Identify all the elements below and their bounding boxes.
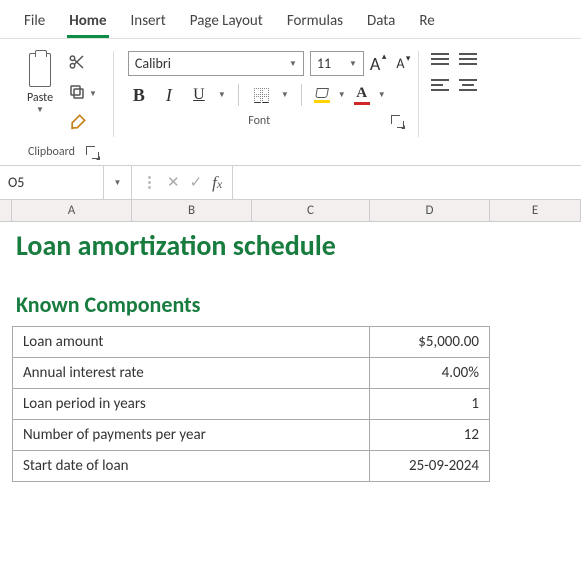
paste-button[interactable]: Paste ▼ [16,49,64,115]
col-header-E[interactable]: E [490,200,581,221]
table-row[interactable]: Start date of loan25-09-2024 [13,451,490,482]
chevron-down-icon: ▼ [114,178,122,188]
tab-data[interactable]: Data [355,6,407,38]
borders-button[interactable] [251,84,273,106]
col-header-A[interactable]: A [12,200,132,221]
align-middle-button[interactable] [459,53,477,65]
column-headers: ABCDE [0,200,581,222]
enter-formula-button[interactable]: ✓ [190,173,203,192]
font-color-icon: A [356,85,367,102]
bold-button[interactable]: B [128,84,150,106]
underline-button[interactable]: U [188,84,210,106]
tab-page-layout[interactable]: Page Layout [178,6,275,38]
copy-icon [68,83,86,105]
chevron-down-icon[interactable]: ▼ [218,90,226,100]
separator [301,84,302,106]
font-size-value: 11 [317,55,331,72]
group-separator [418,51,419,137]
tab-formulas[interactable]: Formulas [275,6,355,38]
ribbon: Paste ▼ ▼ Clipboard [0,39,581,166]
sheet-title: Loan amortization schedule [16,228,336,263]
group-label-clipboard: Clipboard [18,145,85,159]
cut-button[interactable] [68,53,97,75]
fill-color-swatch [314,100,330,103]
group-alignment [421,47,487,165]
tab-insert[interactable]: Insert [119,6,178,38]
copy-button[interactable]: ▼ [68,83,97,105]
formula-bar: O5 ▼ ⋮ ✕ ✓ fx [0,166,581,200]
data-table: Loan amount$5,000.00Annual interest rate… [12,326,490,482]
select-all-corner[interactable] [0,200,12,221]
font-color-swatch [354,102,370,105]
align-left-button[interactable] [431,79,449,91]
table-row[interactable]: Loan amount$5,000.00 [13,327,490,358]
fx-button[interactable]: fx [212,173,222,193]
cell-label[interactable]: Start date of loan [13,451,370,482]
name-box-dropdown[interactable]: ▼ [104,166,132,199]
group-font: Calibri ▼ 11 ▼ A▴ A▾ B I U ▼ ▼ [116,47,417,165]
chevron-down-icon: ▼ [289,59,297,69]
group-clipboard: Paste ▼ ▼ Clipboard [6,47,111,165]
formula-input[interactable] [232,166,581,199]
chevron-down-icon[interactable]: ▼ [338,90,346,100]
more-button[interactable]: ⋮ [142,173,157,192]
col-header-B[interactable]: B [132,200,252,221]
tab-review[interactable]: Re [407,6,446,38]
font-color-button[interactable]: A [354,85,370,105]
align-center-button[interactable] [459,79,477,91]
cell-value[interactable]: $5,000.00 [370,327,490,358]
tab-home[interactable]: Home [57,6,118,38]
tab-file[interactable]: File [12,6,57,38]
italic-button[interactable]: I [158,84,180,106]
font-name-value: Calibri [135,55,171,72]
table-row[interactable]: Loan period in years1 [13,389,490,420]
cell-label[interactable]: Annual interest rate [13,358,370,389]
group-label-font: Font [128,114,391,128]
cancel-formula-button[interactable]: ✕ [167,173,180,192]
col-header-D[interactable]: D [370,200,490,221]
cell-value[interactable]: 1 [370,389,490,420]
cell-label[interactable]: Number of payments per year [13,420,370,451]
spreadsheet-grid[interactable]: ABCDE Loan amortization schedule Known C… [0,200,581,482]
increase-font-button[interactable]: A▴ [370,53,380,75]
cell-label[interactable]: Loan amount [13,327,370,358]
cell-label[interactable]: Loan period in years [13,389,370,420]
scissors-icon [68,53,86,75]
chevron-down-icon[interactable]: ▼ [281,90,289,100]
ribbon-tabs: File Home Insert Page Layout Formulas Da… [0,0,581,39]
chevron-down-icon: ▼ [89,89,97,99]
table-row[interactable]: Annual interest rate4.00% [13,358,490,389]
chevron-down-icon: ▼ [36,105,44,115]
cell-value[interactable]: 12 [370,420,490,451]
cell-value[interactable]: 25-09-2024 [370,451,490,482]
font-launcher[interactable] [390,114,404,128]
font-size-select[interactable]: 11 ▼ [310,51,364,76]
clipboard-icon [23,49,57,89]
format-painter-button[interactable] [68,113,97,135]
font-name-select[interactable]: Calibri ▼ [128,51,304,76]
align-top-button[interactable] [431,53,449,65]
col-header-C[interactable]: C [252,200,370,221]
separator [238,84,239,106]
table-row[interactable]: Number of payments per year12 [13,420,490,451]
group-separator [113,51,114,137]
cell-value[interactable]: 4.00% [370,358,490,389]
chevron-down-icon[interactable]: ▼ [378,90,386,100]
bucket-icon [314,88,330,100]
name-box[interactable]: O5 [0,166,104,199]
section-header: Known Components [16,291,200,318]
border-icon [254,88,269,103]
fill-color-button[interactable] [314,88,330,103]
chevron-down-icon: ▼ [349,59,357,69]
paste-label: Paste [27,91,53,105]
paintbrush-icon [68,112,88,136]
clipboard-launcher[interactable] [85,145,99,159]
decrease-font-button[interactable]: A▾ [396,55,404,72]
